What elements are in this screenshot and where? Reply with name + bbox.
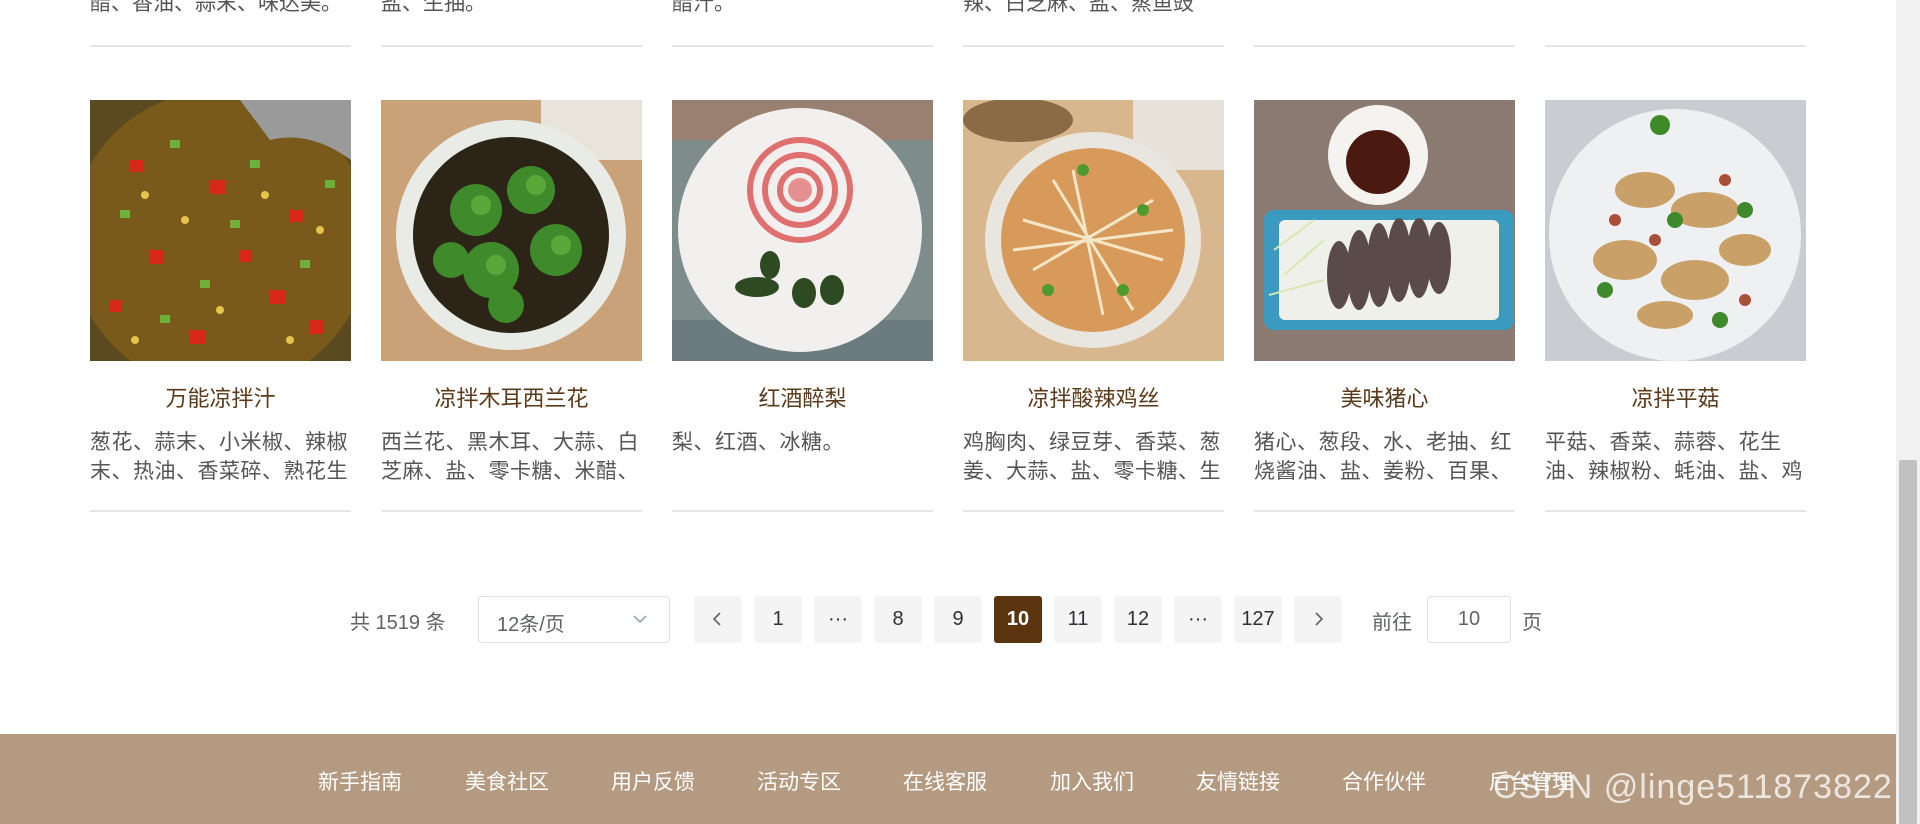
csdn-watermark: CSDN @linge511873822 bbox=[1493, 768, 1893, 806]
scrollbar-thumb[interactable] bbox=[1899, 460, 1917, 824]
recipe-card[interactable]: 凉拌平菇 平菇、香菜、蒜蓉、花生油、辣椒粉、蚝油、盐、鸡 bbox=[1545, 100, 1806, 512]
page-scrollbar[interactable] bbox=[1896, 0, 1920, 824]
total-count: 共 1519 条 bbox=[350, 612, 446, 634]
recipe-ingredients: 西兰花、黑木耳、大蒜、白芝麻、盐、零卡糖、米醋、 bbox=[381, 431, 639, 483]
recipe-ingredients: 猪心、葱段、水、老抽、红烧酱油、盐、姜粉、百果、 bbox=[1254, 431, 1512, 483]
card-desc: 醋汁。 bbox=[672, 0, 735, 15]
footer-link-guide[interactable]: 新手指南 bbox=[318, 766, 402, 796]
broccoli-fungus-photo[interactable] bbox=[381, 100, 642, 361]
page-ellipsis-next[interactable]: ··· bbox=[1174, 596, 1222, 643]
previous-card[interactable]: 醋、香油、蒜末、味达美。 bbox=[90, 0, 351, 47]
pork-heart-photo[interactable] bbox=[1254, 100, 1515, 361]
page-number-9[interactable]: 9 bbox=[934, 596, 982, 643]
page-size-select[interactable]: 12条/页 bbox=[478, 596, 670, 643]
recipe-card[interactable]: 红酒醉梨 梨、红酒、冰糖。 bbox=[672, 100, 933, 512]
recipe-grid: 万能凉拌汁 葱花、蒜末、小米椒、辣椒末、热油、香菜碎、熟花生 凉拌木耳西兰花 西… bbox=[90, 100, 1806, 520]
recipe-card[interactable]: 美味猪心 猪心、葱段、水、老抽、红烧酱油、盐、姜粉、百果、 bbox=[1254, 100, 1515, 512]
prev-page-button[interactable] bbox=[694, 596, 742, 643]
page-ellipsis-prev[interactable]: ··· bbox=[814, 596, 862, 643]
footer-link-partners[interactable]: 合作伙伴 bbox=[1342, 766, 1426, 796]
chevron-down-icon bbox=[633, 615, 647, 624]
previous-card-row: 醋、香油、蒜末、味达美。 盐、生抽。 醋汁。 辣、白芝麻、盐、蒸鱼豉 bbox=[90, 0, 1806, 48]
recipe-card[interactable]: 凉拌酸辣鸡丝 鸡胸肉、绿豆芽、香菜、葱姜、大蒜、盐、零卡糖、生 bbox=[963, 100, 1224, 512]
recipe-title[interactable]: 万能凉拌汁 bbox=[90, 384, 351, 414]
card-desc: 盐、生抽。 bbox=[381, 0, 486, 15]
recipe-title[interactable]: 凉拌木耳西兰花 bbox=[381, 384, 642, 414]
oyster-mushroom-photo[interactable] bbox=[1545, 100, 1806, 361]
recipe-title[interactable]: 凉拌平菇 bbox=[1545, 384, 1806, 414]
previous-card[interactable] bbox=[1545, 0, 1806, 47]
footer-link-friends[interactable]: 友情链接 bbox=[1196, 766, 1280, 796]
shredded-chicken-photo[interactable] bbox=[963, 100, 1224, 361]
page-number-last[interactable]: 127 bbox=[1234, 596, 1282, 643]
recipe-title[interactable]: 红酒醉梨 bbox=[672, 384, 933, 414]
sauce-bowl-photo[interactable] bbox=[90, 100, 351, 361]
recipe-title[interactable]: 美味猪心 bbox=[1254, 384, 1515, 414]
card-desc: 醋、香油、蒜末、味达美。 bbox=[90, 0, 342, 15]
wine-pear-photo[interactable] bbox=[672, 100, 933, 361]
page: 醋、香油、蒜末、味达美。 盐、生抽。 醋汁。 辣、白芝麻、盐、蒸鱼豉 万能凉拌汁… bbox=[0, 0, 1896, 824]
previous-card[interactable]: 醋汁。 bbox=[672, 0, 933, 47]
chevron-right-icon bbox=[1315, 612, 1324, 626]
recipe-ingredients: 鸡胸肉、绿豆芽、香菜、葱姜、大蒜、盐、零卡糖、生 bbox=[963, 431, 1221, 483]
goto-label: 前往 bbox=[1372, 612, 1412, 634]
recipe-card[interactable]: 凉拌木耳西兰花 西兰花、黑木耳、大蒜、白芝麻、盐、零卡糖、米醋、 bbox=[381, 100, 642, 512]
previous-card[interactable]: 盐、生抽。 bbox=[381, 0, 642, 47]
recipe-title[interactable]: 凉拌酸辣鸡丝 bbox=[963, 384, 1224, 414]
next-page-button[interactable] bbox=[1294, 596, 1342, 643]
previous-card[interactable]: 辣、白芝麻、盐、蒸鱼豉 bbox=[963, 0, 1224, 47]
footer-link-join[interactable]: 加入我们 bbox=[1050, 766, 1134, 796]
card-desc: 辣、白芝麻、盐、蒸鱼豉 bbox=[963, 0, 1194, 15]
page-number-11[interactable]: 11 bbox=[1054, 596, 1102, 643]
page-number-1[interactable]: 1 bbox=[754, 596, 802, 643]
recipe-ingredients: 葱花、蒜末、小米椒、辣椒末、热油、香菜碎、熟花生 bbox=[90, 431, 348, 483]
footer-link-support[interactable]: 在线客服 bbox=[903, 766, 987, 796]
recipe-card[interactable]: 万能凉拌汁 葱花、蒜末、小米椒、辣椒末、热油、香菜碎、熟花生 bbox=[90, 100, 351, 512]
recipe-ingredients: 梨、红酒、冰糖。 bbox=[672, 431, 844, 454]
pagination: 共 1519 条 12条/页 1 ··· 8 9 10 11 12 ··· 12… bbox=[0, 596, 1896, 644]
goto-unit: 页 bbox=[1522, 612, 1542, 634]
recipe-ingredients: 平菇、香菜、蒜蓉、花生油、辣椒粉、蚝油、盐、鸡 bbox=[1545, 431, 1803, 483]
page-size-value: 12条/页 bbox=[497, 614, 565, 636]
page-number-12[interactable]: 12 bbox=[1114, 596, 1162, 643]
footer-link-community[interactable]: 美食社区 bbox=[465, 766, 549, 796]
chevron-left-icon bbox=[712, 612, 721, 626]
page-number-8[interactable]: 8 bbox=[874, 596, 922, 643]
page-number-current[interactable]: 10 bbox=[994, 596, 1042, 643]
footer-link-feedback[interactable]: 用户反馈 bbox=[611, 766, 695, 796]
goto-page-input[interactable]: 10 bbox=[1427, 596, 1511, 643]
footer-link-events[interactable]: 活动专区 bbox=[757, 766, 841, 796]
previous-card[interactable] bbox=[1254, 0, 1515, 47]
